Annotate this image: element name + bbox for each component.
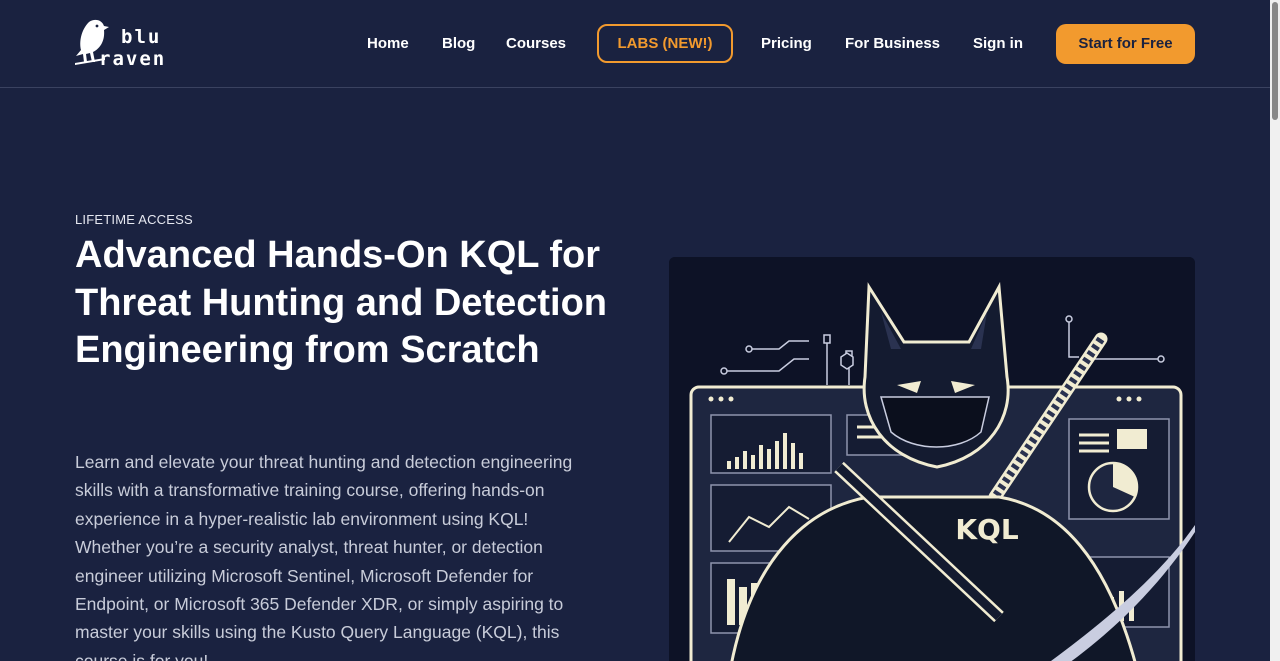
nav-labs-button[interactable]: LABS (NEW!): [597, 24, 733, 63]
hero-title: Advanced Hands-On KQL for Threat Hunting…: [75, 234, 607, 371]
nav-pricing[interactable]: Pricing: [761, 24, 812, 64]
hero-description: Learn and elevate your threat hunting an…: [75, 452, 573, 661]
kql-label: KQL: [955, 513, 1019, 546]
nav-for-business[interactable]: For Business: [845, 24, 940, 64]
main-nav: Home Blog Courses LABS (NEW!) Pricing Fo…: [0, 24, 1270, 64]
site-header: blu raven Home Blog Courses LABS (NEW!) …: [0, 0, 1270, 88]
nav-home[interactable]: Home: [367, 24, 409, 64]
nav-sign-in[interactable]: Sign in: [973, 24, 1023, 64]
start-for-free-button[interactable]: Start for Free: [1056, 24, 1195, 64]
hero-illustration: KQL: [669, 257, 1195, 661]
nav-blog[interactable]: Blog: [442, 24, 475, 64]
page-scrollbar[interactable]: [1270, 0, 1280, 661]
ninja-cat-illustration: KQL: [669, 257, 1195, 661]
hero-eyebrow: LIFETIME ACCESS: [75, 212, 193, 227]
nav-courses[interactable]: Courses: [506, 24, 566, 64]
scrollbar-thumb[interactable]: [1272, 2, 1278, 120]
